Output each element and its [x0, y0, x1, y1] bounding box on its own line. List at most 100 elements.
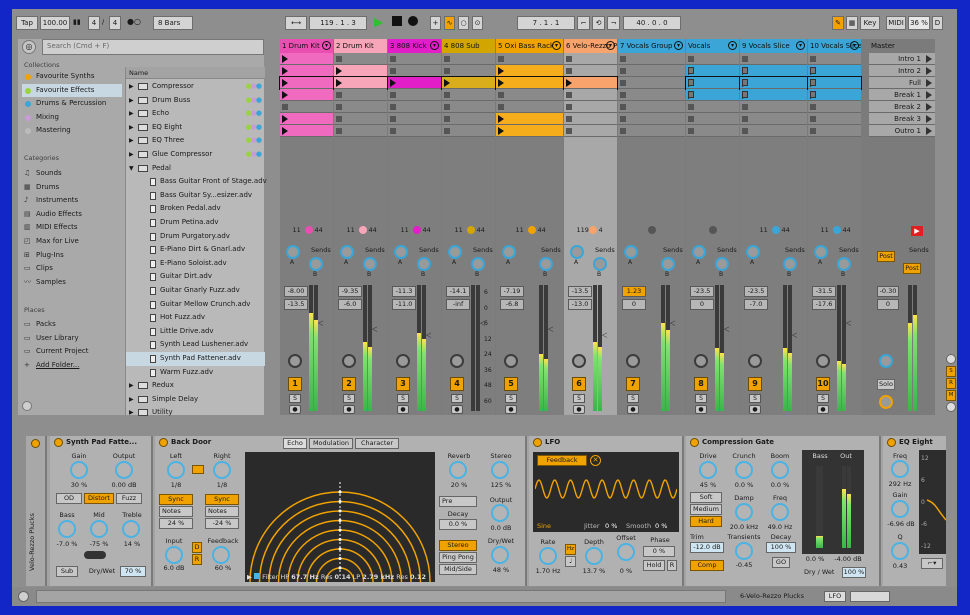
clip-stop-icon[interactable] — [336, 92, 342, 98]
master-track-header[interactable]: Master — [869, 39, 935, 53]
echo-right-sync-button[interactable]: Sync — [205, 494, 239, 505]
track-output-channel[interactable]: 44 — [423, 226, 431, 234]
clip-play-icon[interactable] — [282, 67, 288, 75]
file-row[interactable]: E-Piano Dirt & Gnarl.adv — [126, 243, 265, 257]
clip-slot-empty[interactable] — [808, 125, 861, 137]
echo-left-mode-select[interactable]: Notes — [159, 506, 193, 517]
track-arm-icon[interactable]: ● — [749, 405, 761, 414]
send-b-knob[interactable] — [837, 257, 851, 271]
track-header[interactable]: 6 Velo-Rezzo P ▾ — [564, 39, 617, 53]
echo-res2-value[interactable]: 0.12 — [410, 573, 426, 581]
clip-slot-empty[interactable] — [618, 113, 685, 125]
chevron-right-icon[interactable]: ▶ — [129, 121, 134, 135]
file-row[interactable]: ▶ EQ Three ●●● — [126, 134, 265, 148]
track-fold-icon[interactable]: ▾ — [728, 41, 737, 50]
clip-slot-filled[interactable] — [740, 89, 807, 101]
lfo-target-feedback[interactable]: Feedback — [537, 455, 587, 466]
echo-res1-value[interactable]: 0.14 — [335, 573, 351, 581]
clip-slot-empty[interactable] — [388, 101, 441, 113]
track-header[interactable]: Vocals ▾ — [686, 39, 739, 53]
echo-stereo-knob[interactable] — [491, 461, 509, 479]
clip-stop-icon[interactable] — [620, 128, 626, 134]
comp-transients-knob[interactable] — [735, 542, 753, 560]
clip-stop-icon[interactable] — [742, 104, 748, 110]
pedal-treble-knob[interactable] — [122, 520, 140, 538]
file-row[interactable]: ▶ EQ Eight ●●● — [126, 121, 265, 135]
track-volume-field[interactable]: -8.00 — [284, 286, 308, 297]
category-item[interactable]: ◰ Max for Live — [22, 235, 122, 248]
clip-stop-icon[interactable] — [620, 68, 626, 74]
clip-stop-icon[interactable] — [336, 128, 342, 134]
send-a-knob[interactable] — [624, 245, 638, 259]
search-input[interactable]: Search (Cmd + F) — [42, 39, 264, 55]
echo-right-offset-field[interactable]: -24 % — [205, 518, 239, 529]
clip-play-icon[interactable] — [566, 79, 572, 87]
file-row[interactable]: Guitar Gnarly Fuzz.adv — [126, 284, 265, 298]
clip-stop-icon[interactable] — [498, 104, 504, 110]
clip-play-icon[interactable] — [336, 79, 342, 87]
track-output-channel[interactable]: 4 — [599, 226, 603, 234]
track-pan-knob[interactable] — [450, 354, 464, 368]
chevron-right-icon[interactable]: ▶ — [129, 134, 134, 148]
clip-slot-filled[interactable] — [740, 65, 807, 77]
stop-icon[interactable] — [392, 16, 402, 26]
lfo-rate-knob[interactable] — [539, 547, 557, 565]
track-input-channel[interactable]: 11 — [516, 226, 524, 234]
echo-input-r-button[interactable]: R — [192, 554, 202, 565]
send-a-knob[interactable] — [286, 245, 300, 259]
metronome-icon[interactable]: ▮▮ — [73, 18, 81, 26]
master-post-button-a[interactable]: Post — [877, 251, 895, 262]
send-a-knob[interactable] — [340, 245, 354, 259]
category-item[interactable]: ▭ Clips — [22, 262, 122, 275]
track-activator-button[interactable]: 2 — [342, 377, 356, 391]
clip-slot-filled[interactable] — [280, 65, 333, 77]
clip-play-icon[interactable] — [282, 91, 288, 99]
place-item[interactable]: ▭ Packs — [22, 318, 122, 331]
clip-stop-icon[interactable] — [336, 116, 342, 122]
send-a-knob[interactable] — [746, 245, 760, 259]
clip-slot-filled[interactable] — [739, 76, 808, 90]
tempo-field[interactable]: 100.00 — [40, 16, 70, 30]
clip-stop-icon[interactable] — [498, 92, 504, 98]
scroll-down-icon[interactable] — [946, 402, 956, 412]
clip-slot-empty[interactable] — [496, 89, 563, 101]
track-pan-knob[interactable] — [572, 354, 586, 368]
clip-slot-filled[interactable] — [333, 76, 388, 90]
track-arm-icon[interactable]: ● — [695, 405, 707, 414]
track-monitor-icon[interactable] — [527, 226, 536, 234]
tab-modulation[interactable]: Modulation — [309, 438, 353, 449]
clip-slot-empty[interactable] — [334, 101, 387, 113]
fader-handle-icon[interactable]: ◁ — [548, 325, 553, 333]
track-input-channel[interactable]: 119 — [577, 226, 589, 234]
track-monitor-icon[interactable] — [358, 226, 367, 234]
file-row[interactable]: Warm Fuzz.adv — [126, 366, 265, 380]
clip-play-icon[interactable] — [282, 115, 288, 123]
clip-stop-icon[interactable] — [444, 116, 450, 122]
track-header[interactable]: 5 Oxi Bass Rack ▾ — [496, 39, 563, 53]
track-arm-icon[interactable]: ● — [451, 405, 463, 414]
clip-slot-empty[interactable] — [618, 53, 685, 65]
file-row[interactable]: Drum Petina.adv — [126, 216, 265, 230]
key-map-button[interactable]: Key — [860, 16, 880, 30]
scene-row[interactable]: Break 1 — [869, 89, 935, 101]
track-arm-icon[interactable]: ● — [397, 405, 409, 414]
comp-go-button[interactable]: GO — [772, 557, 790, 568]
send-b-knob[interactable] — [783, 257, 797, 271]
track-input-channel[interactable]: 11 — [293, 226, 301, 234]
scene-row[interactable]: Outro 1 — [869, 125, 935, 137]
clip-slot-empty[interactable] — [740, 113, 807, 125]
track-monitor-icon[interactable] — [771, 226, 780, 234]
clip-slot-filled[interactable] — [280, 113, 333, 125]
track-volume-field[interactable]: -13.5 — [568, 286, 592, 297]
track-output-channel[interactable]: 44 — [538, 226, 546, 234]
echo-input-d-button[interactable]: D — [192, 542, 202, 553]
clip-slot-empty[interactable] — [740, 125, 807, 137]
lfo-retrigger-button[interactable]: R — [667, 560, 677, 571]
track-header[interactable]: 2 Drum Kit — [334, 39, 387, 53]
echo-filter-toggle[interactable] — [254, 573, 261, 579]
track-pan-knob[interactable] — [288, 354, 302, 368]
lfo-status-chip[interactable]: LFO — [824, 591, 846, 602]
chevron-right-icon[interactable]: ▶ — [129, 94, 134, 108]
place-item[interactable]: ▭ User Library — [22, 332, 122, 345]
clip-stop-icon[interactable] — [810, 104, 816, 110]
